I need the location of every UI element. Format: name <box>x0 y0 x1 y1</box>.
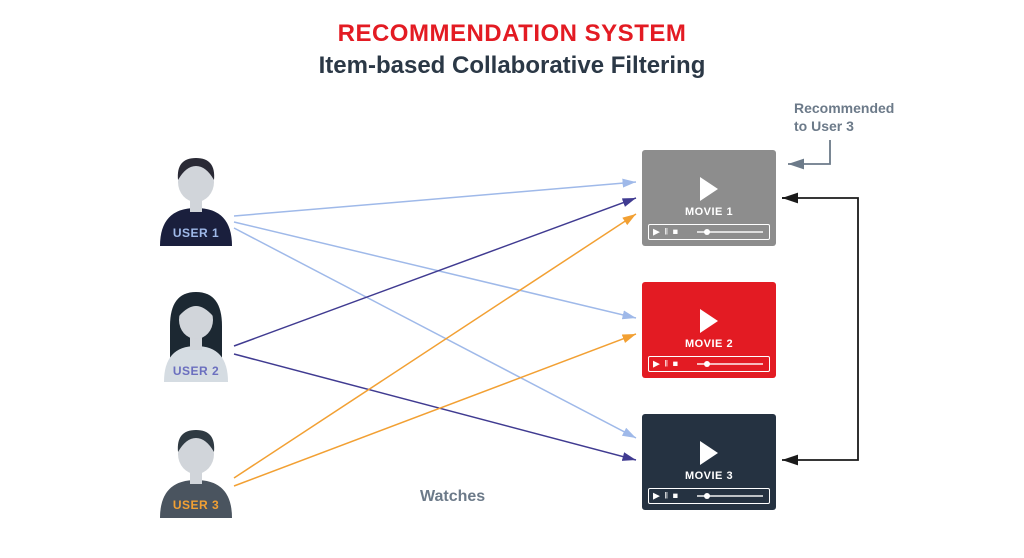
user-2: USER 2 <box>146 286 246 390</box>
movies-column: MOVIE 1 ▶ ‖ ■ MOVIE 2 ▶ ‖ ■ MOVIE 3 ▶ ‖ … <box>642 150 776 546</box>
user-avatar-icon <box>146 422 246 518</box>
player-bar-icon: ▶ ‖ ■ <box>648 356 770 372</box>
movie-3-label: MOVIE 3 <box>642 470 776 482</box>
play-icon <box>700 441 718 465</box>
recommended-note-line2: to User 3 <box>794 118 854 134</box>
user-3: USER 3 <box>146 422 246 526</box>
diagram-subtitle: Item-based Collaborative Filtering <box>0 52 1024 80</box>
movie-3: MOVIE 3 ▶ ‖ ■ <box>642 414 776 510</box>
edge-user2-movie1 <box>234 198 636 346</box>
edge-user3-movie1 <box>234 214 636 478</box>
recommended-note: Recommended to User 3 <box>794 100 894 135</box>
player-bar-icon: ▶ ‖ ■ <box>648 488 770 504</box>
user-avatar-icon <box>146 286 246 382</box>
movie-2-label: MOVIE 2 <box>642 338 776 350</box>
edge-user1-movie2 <box>234 222 636 318</box>
edge-user2-movie3 <box>234 354 636 460</box>
movie-1-label: MOVIE 1 <box>642 206 776 218</box>
movie-1: MOVIE 1 ▶ ‖ ■ <box>642 150 776 246</box>
play-icon <box>700 309 718 333</box>
user-avatar-icon <box>146 150 246 246</box>
movie-2: MOVIE 2 ▶ ‖ ■ <box>642 282 776 378</box>
recommended-note-line1: Recommended <box>794 100 894 116</box>
edge-user1-movie1 <box>234 182 636 216</box>
similarity-arrow-to-movie3 <box>782 198 858 460</box>
user-1: USER 1 <box>146 150 246 254</box>
watches-label: Watches <box>420 488 485 506</box>
play-icon <box>700 177 718 201</box>
header: RECOMMENDATION SYSTEM Item-based Collabo… <box>0 0 1024 80</box>
edge-user3-movie2 <box>234 334 636 486</box>
recommended-note-arrow <box>788 140 830 164</box>
users-column: USER 1 USER 2 USER 3 <box>146 150 246 558</box>
edge-user1-movie3 <box>234 228 636 438</box>
diagram-title: RECOMMENDATION SYSTEM <box>0 20 1024 48</box>
player-bar-icon: ▶ ‖ ■ <box>648 224 770 240</box>
